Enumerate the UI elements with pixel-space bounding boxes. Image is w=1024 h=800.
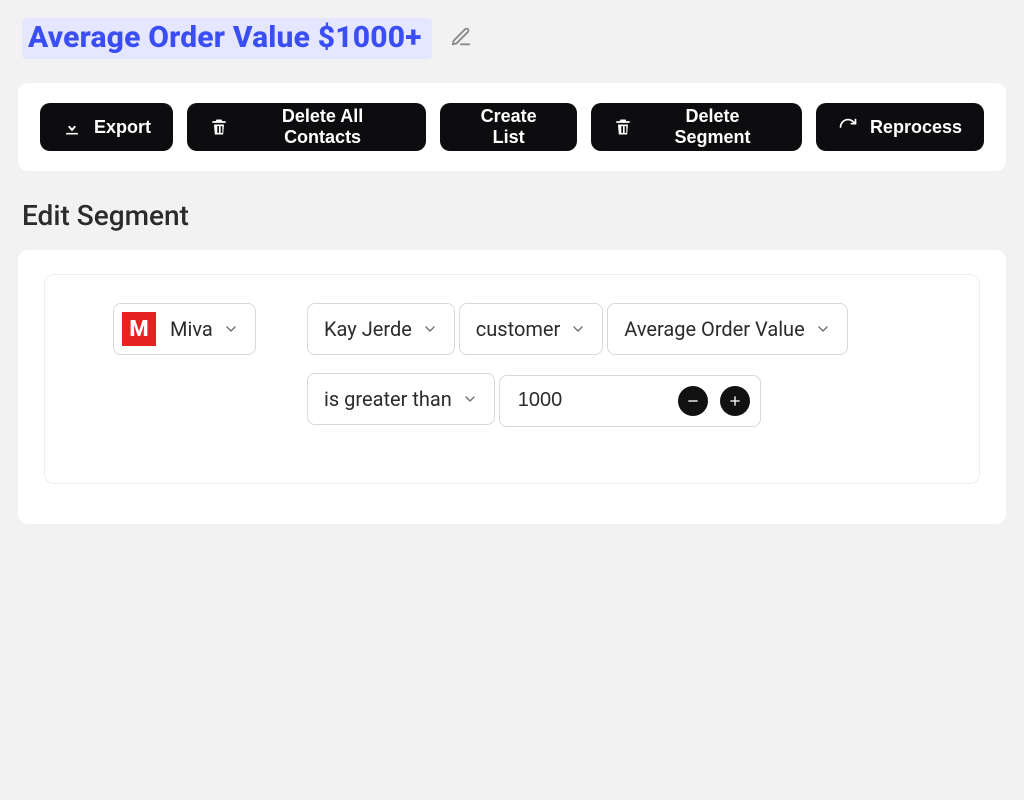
rule-metric-label: Average Order Value bbox=[624, 317, 804, 341]
rule-entity-select[interactable]: customer bbox=[459, 303, 604, 355]
toolbar: Export Delete All Contacts Create List D… bbox=[18, 83, 1006, 171]
edit-segment-heading: Edit Segment bbox=[0, 171, 1024, 242]
download-icon bbox=[62, 117, 82, 137]
rule-account-select[interactable]: Kay Jerde bbox=[307, 303, 455, 355]
chevron-down-icon bbox=[223, 321, 239, 337]
chevron-down-icon bbox=[570, 321, 586, 337]
rule-source-label: Miva bbox=[170, 317, 213, 341]
delete-all-contacts-label: Delete All Contacts bbox=[241, 106, 404, 148]
refresh-icon bbox=[838, 117, 858, 137]
chevron-down-icon bbox=[462, 391, 478, 407]
remove-condition-button[interactable] bbox=[678, 386, 708, 416]
segment-title: Average Order Value $1000+ bbox=[22, 18, 432, 59]
miva-logo-icon: M bbox=[122, 312, 156, 346]
rule-account-label: Kay Jerde bbox=[324, 317, 412, 341]
pencil-icon bbox=[450, 26, 472, 48]
rule-value-container bbox=[499, 375, 761, 427]
edit-title-button[interactable] bbox=[450, 26, 472, 52]
trash-icon bbox=[613, 117, 633, 137]
rule-source-select[interactable]: M Miva bbox=[113, 303, 256, 355]
reprocess-label: Reprocess bbox=[870, 117, 962, 138]
segment-editor-inner: M Miva Kay Jerde customer Average Order … bbox=[44, 274, 980, 484]
create-list-label: Create List bbox=[462, 106, 555, 148]
delete-all-contacts-button[interactable]: Delete All Contacts bbox=[187, 103, 426, 151]
rule-value-input[interactable] bbox=[516, 376, 666, 426]
chevron-down-icon bbox=[422, 321, 438, 337]
chevron-down-icon bbox=[815, 321, 831, 337]
delete-segment-label: Delete Segment bbox=[645, 106, 780, 148]
rule-comparator-select[interactable]: is greater than bbox=[307, 373, 495, 425]
create-list-button[interactable]: Create List bbox=[440, 103, 577, 151]
export-label: Export bbox=[94, 117, 151, 138]
rule-entity-label: customer bbox=[476, 317, 561, 341]
trash-icon bbox=[209, 117, 229, 137]
delete-segment-button[interactable]: Delete Segment bbox=[591, 103, 802, 151]
minus-icon bbox=[685, 393, 701, 409]
add-condition-button[interactable] bbox=[720, 386, 750, 416]
reprocess-button[interactable]: Reprocess bbox=[816, 103, 984, 151]
plus-icon bbox=[727, 393, 743, 409]
rule-comparator-label: is greater than bbox=[324, 387, 452, 411]
rule-metric-select[interactable]: Average Order Value bbox=[607, 303, 847, 355]
export-button[interactable]: Export bbox=[40, 103, 173, 151]
segment-editor-outer: M Miva Kay Jerde customer Average Order … bbox=[18, 250, 1006, 524]
